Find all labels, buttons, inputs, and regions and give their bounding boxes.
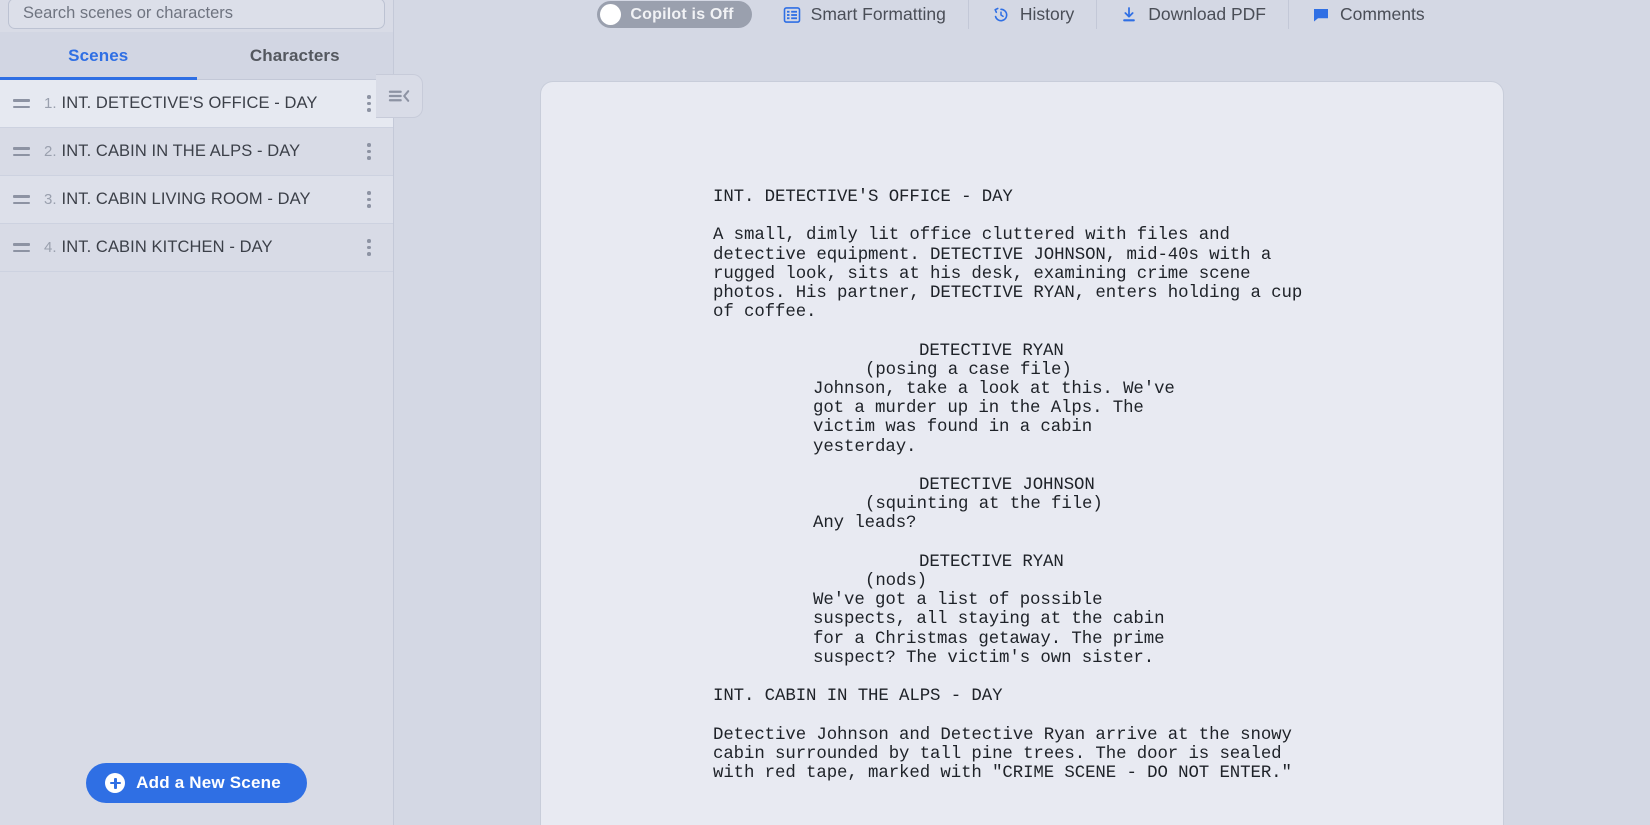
scene-list-item-1[interactable]: 1. INT. DETECTIVE'S OFFICE - DAY [0, 80, 393, 128]
add-scene-container: Add a New Scene [0, 763, 393, 803]
script-line-action: with red tape, marked with "CRIME SCENE … [713, 764, 1292, 783]
script-blank-line [713, 322, 1463, 341]
history-clock-icon [991, 5, 1011, 25]
tab-characters-label: Characters [249, 45, 340, 65]
scene-number: 4. [44, 239, 57, 256]
script-scroll-area[interactable]: INT. DETECTIVE'S OFFICE - DAY A small, di… [394, 29, 1650, 825]
smart-formatting-button[interactable]: Smart Formatting [760, 0, 968, 29]
script-line-dialogue: suspects, all staying at the cabin [813, 610, 1165, 630]
script-line-parenthetical: (squinting at the file) [865, 495, 1103, 515]
collapse-sidebar-button[interactable] [376, 74, 423, 118]
script-line-dialogue: got a murder up in the Alps. The [813, 399, 1144, 419]
drag-handle-icon[interactable] [8, 235, 34, 261]
tab-scenes-label: Scenes [68, 45, 129, 65]
smart-formatting-label: Smart Formatting [810, 4, 946, 24]
script-line-dialogue: for a Christmas getaway. The prime [813, 629, 1165, 649]
script-line-dialogue: Any leads? [813, 514, 917, 534]
scene-number: 2. [44, 143, 57, 160]
script-line-action: detective equipment. DETECTIVE JOHNSON, … [713, 245, 1272, 265]
script-line-dialogue: Johnson, take a look at this. We've [813, 380, 1175, 399]
scene-list-item-2[interactable]: 2. INT. CABIN IN THE ALPS - DAY [0, 128, 393, 176]
download-pdf-label: Download PDF [1148, 4, 1266, 24]
script-line-action: photos. His partner, DETECTIVE RYAN, ent… [713, 284, 1303, 303]
script-line-dialogue: victim was found in a cabin [813, 418, 1093, 438]
script-blank-line [713, 207, 1463, 226]
script-line-dialogue: suspect? The victim's own sister. [813, 648, 1155, 668]
search-container [0, 0, 393, 32]
script-line-heading: INT. CABIN IN THE ALPS - DAY [713, 687, 1003, 707]
screenplay-editor-app: Scenes Characters 1. INT. DETECTIVE'S OF… [0, 0, 1650, 825]
scenes-sidebar: Scenes Characters 1. INT. DETECTIVE'S OF… [0, 0, 394, 825]
script-blank-line [713, 534, 1463, 553]
script-line-action: Detective Johnson and Detective Ryan arr… [713, 725, 1292, 745]
script-blank-line [713, 706, 1463, 725]
plus-circle-icon [105, 773, 126, 793]
scene-title: INT. DETECTIVE'S OFFICE - DAY [61, 94, 318, 112]
copilot-toggle-label: Copilot is Off [630, 5, 734, 23]
script-text[interactable]: INT. DETECTIVE'S OFFICE - DAY A small, di… [541, 188, 1503, 783]
drag-handle-icon[interactable] [8, 139, 34, 165]
script-line-action: cabin surrounded by tall pine trees. The… [713, 744, 1282, 764]
script-blank-line [713, 668, 1463, 687]
add-new-scene-button[interactable]: Add a New Scene [86, 763, 307, 803]
script-line-action: rugged look, sits at his desk, examining… [713, 264, 1251, 284]
editor-main: Copilot is Off Smart Formatting History … [376, 0, 1650, 825]
add-new-scene-label: Add a New Scene [136, 773, 281, 792]
scene-number: 3. [44, 191, 57, 208]
comments-button[interactable]: Comments [1289, 0, 1447, 29]
tab-characters[interactable]: Characters [197, 32, 394, 79]
script-line-dialogue: We've got a list of possible [813, 591, 1103, 611]
editor-toolbar: Copilot is Off Smart Formatting History … [394, 0, 1650, 29]
scene-more-options-icon[interactable] [359, 139, 379, 165]
search-input[interactable] [8, 0, 385, 29]
script-line-parenthetical: (posing a case file) [865, 360, 1072, 380]
collapse-sidebar-icon [387, 86, 411, 106]
script-line-dialogue: yesterday. [813, 437, 917, 457]
drag-handle-icon[interactable] [8, 91, 34, 117]
scene-number: 1. [44, 95, 57, 112]
tab-scenes[interactable]: Scenes [0, 32, 197, 80]
script-line-character: DETECTIVE JOHNSON [919, 476, 1095, 495]
script-line-character: DETECTIVE RYAN [919, 552, 1064, 572]
toggle-knob-icon [600, 4, 622, 25]
scene-more-options-icon[interactable] [359, 235, 379, 261]
script-line-action: A small, dimly lit office cluttered with… [713, 226, 1230, 246]
history-label: History [1019, 4, 1075, 24]
download-pdf-button[interactable]: Download PDF [1097, 0, 1288, 29]
script-line-parenthetical: (nods) [865, 572, 928, 591]
script-page: INT. DETECTIVE'S OFFICE - DAY A small, di… [541, 82, 1503, 825]
comment-bubble-icon [1311, 5, 1331, 25]
sidebar-tabs: Scenes Characters [0, 32, 393, 80]
download-icon [1119, 5, 1139, 25]
script-line-action: of coffee. [713, 303, 817, 323]
scene-title: INT. CABIN LIVING ROOM - DAY [61, 190, 311, 208]
scene-list-item-4[interactable]: 4. INT. CABIN KITCHEN - DAY [0, 224, 393, 272]
scene-title: INT. CABIN KITCHEN - DAY [61, 238, 273, 256]
comments-label: Comments [1339, 4, 1425, 24]
history-button[interactable]: History [969, 0, 1096, 29]
scene-title: INT. CABIN IN THE ALPS - DAY [61, 142, 301, 160]
copilot-toggle[interactable]: Copilot is Off [597, 1, 752, 28]
drag-handle-icon[interactable] [8, 187, 34, 213]
list-box-icon [782, 5, 802, 25]
script-line-character: DETECTIVE RYAN [919, 341, 1064, 361]
scene-list-item-3[interactable]: 3. INT. CABIN LIVING ROOM - DAY [0, 176, 393, 224]
script-blank-line [713, 457, 1463, 476]
scene-more-options-icon[interactable] [359, 187, 379, 213]
script-line-heading: INT. DETECTIVE'S OFFICE - DAY [713, 188, 1013, 207]
scene-list: 1. INT. DETECTIVE'S OFFICE - DAY 2. INT.… [0, 80, 393, 272]
